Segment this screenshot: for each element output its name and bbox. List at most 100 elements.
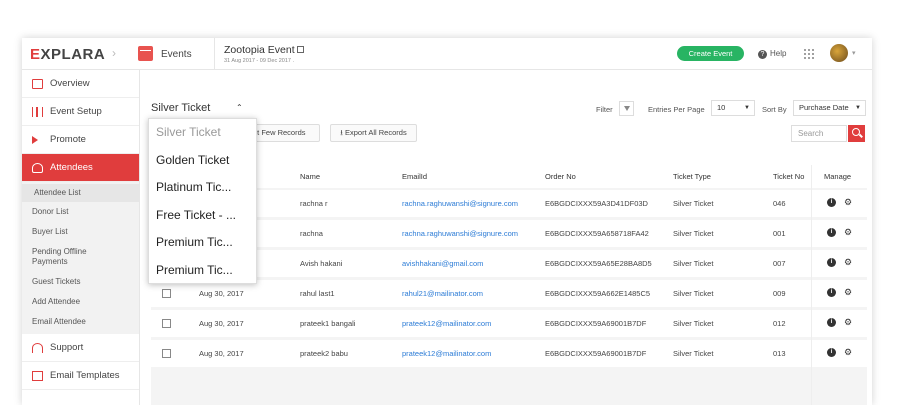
help-link[interactable]: ? Help <box>758 49 786 59</box>
sidebar-item-attendees[interactable]: Attendees <box>22 154 139 182</box>
chevron-right-icon: › <box>112 46 116 60</box>
row-name: prateek1 bangali <box>300 319 356 328</box>
row-email[interactable]: prateek12@mailinator.com <box>402 340 491 367</box>
sidebar-item-overview[interactable]: Overview <box>22 70 139 98</box>
sidebar-subitem-guest-tickets[interactable]: Guest Tickets <box>22 272 139 292</box>
dropdown-option-free-ticket[interactable]: Free Ticket - ... <box>149 202 256 230</box>
export-all-records-button[interactable]: ⭳ Export All Records <box>330 124 417 142</box>
row-ticket-type: Silver Ticket <box>673 349 714 358</box>
row-name: rachna r <box>300 199 328 208</box>
column-header-manage: Manage <box>824 172 852 181</box>
chevron-up-icon[interactable]: ⌃ <box>236 103 243 112</box>
sidebar-item-email-templates[interactable]: Email Templates <box>22 362 139 390</box>
gear-icon[interactable]: ⚙ <box>844 288 853 297</box>
row-manage: i ⚙ <box>821 288 867 299</box>
apps-grid-icon[interactable] <box>803 48 814 59</box>
row-email[interactable]: rachna.raghuwanshi@signure.com <box>402 190 518 217</box>
sidebar-subitem-donor-list[interactable]: Donor List <box>22 202 139 222</box>
info-icon[interactable]: i <box>827 198 836 207</box>
filter-label: Filter <box>596 105 613 114</box>
gear-icon[interactable]: ⚙ <box>844 318 853 327</box>
row-email[interactable]: rahul21@mailinator.com <box>402 280 483 307</box>
row-checkbox[interactable] <box>162 349 171 358</box>
row-order-no: E6BGDCIXXX59A69001B7DF <box>545 319 647 328</box>
sidebar-item-promote[interactable]: Promote <box>22 126 139 154</box>
sort-by-select[interactable]: Purchase Date ▼ <box>793 100 866 116</box>
info-icon[interactable]: i <box>827 318 836 327</box>
monitor-icon <box>32 79 43 89</box>
row-ticket-no: 001 <box>773 229 786 238</box>
ticket-type-select[interactable]: Silver Ticket <box>151 102 210 114</box>
row-email[interactable]: rachna.raghuwanshi@signure.com <box>402 220 518 247</box>
row-checkbox[interactable] <box>162 319 171 328</box>
dropdown-option-premium-ticket-2[interactable]: Premium Tic... <box>149 257 256 285</box>
column-header-name[interactable]: Name <box>300 165 320 188</box>
gear-icon[interactable]: ⚙ <box>844 228 853 237</box>
manage-column-divider <box>811 165 812 405</box>
row-name: rahul last1 <box>300 289 335 298</box>
table-row[interactable]: Avish hakani avishhakani@gmail.com E6BGD… <box>151 250 867 277</box>
row-manage: i ⚙ <box>821 258 867 269</box>
sidebar-subitem-buyer-list[interactable]: Buyer List <box>22 222 139 242</box>
sidebar-item-event-setup[interactable]: Event Setup <box>22 98 139 126</box>
dropdown-option-silver-ticket[interactable]: Silver Ticket <box>149 119 256 147</box>
column-header-email[interactable]: EmailId <box>402 165 427 188</box>
entries-per-page-select[interactable]: 10 ▼ <box>711 100 755 116</box>
sidebar-subitem-email-attendee[interactable]: Email Attendee <box>22 312 139 332</box>
column-header-ticket-no[interactable]: Ticket No <box>773 165 804 188</box>
search-input[interactable]: Search <box>791 125 847 142</box>
table-row[interactable]: Aug 30, 2017 prateek1 bangali prateek12@… <box>151 310 867 337</box>
row-ticket-type: Silver Ticket <box>673 319 714 328</box>
row-name: rachna <box>300 229 323 238</box>
info-icon[interactable]: i <box>827 228 836 237</box>
row-email[interactable]: avishhakani@gmail.com <box>402 250 483 277</box>
dropdown-option-golden-ticket[interactable]: Golden Ticket <box>149 147 256 175</box>
column-header-order-no[interactable]: Order No <box>545 165 576 188</box>
headset-icon <box>32 343 43 353</box>
row-date: Aug 30, 2017 <box>199 319 244 328</box>
row-checkbox[interactable] <box>162 289 171 298</box>
megaphone-icon <box>32 136 38 144</box>
row-manage: i ⚙ <box>821 198 867 209</box>
row-email[interactable]: prateek12@mailinator.com <box>402 310 491 337</box>
dropdown-option-platinum-ticket[interactable]: Platinum Tic... <box>149 174 256 202</box>
sliders-icon <box>32 107 43 117</box>
attendees-submenu: Attendee List Donor List Buyer List Pend… <box>22 182 139 334</box>
sidebar: Overview Event Setup Promote Attendees A… <box>22 70 140 405</box>
external-link-icon[interactable] <box>296 46 304 53</box>
gear-icon[interactable]: ⚙ <box>844 258 853 267</box>
filter-icon[interactable] <box>619 101 634 116</box>
create-event-button[interactable]: Create Event <box>677 46 744 61</box>
dropdown-option-premium-ticket[interactable]: Premium Tic... <box>149 229 256 257</box>
top-bar: EXPLARA › Events Zootopia Event 31 Aug 2… <box>22 38 872 70</box>
sidebar-subitem-attendee-list[interactable]: Attendee List <box>22 184 139 202</box>
event-dates: 31 Aug 2017 - 09 Dec 2017 . <box>224 58 295 64</box>
events-breadcrumb[interactable]: Events <box>161 49 192 60</box>
column-header-ticket-type[interactable]: Ticket Type <box>673 165 711 188</box>
users-icon <box>32 163 43 173</box>
gear-icon[interactable]: ⚙ <box>844 198 853 207</box>
row-manage: i ⚙ <box>821 348 867 359</box>
table-row[interactable]: rachna r rachna.raghuwanshi@signure.com … <box>151 190 867 217</box>
gear-icon[interactable]: ⚙ <box>844 348 853 357</box>
mail-icon <box>32 371 43 381</box>
caret-down-icon: ▼ <box>855 105 861 111</box>
explara-logo[interactable]: EXPLARA <box>30 46 105 63</box>
table-row[interactable]: Aug 30, 2017 prateek2 babu prateek12@mai… <box>151 340 867 367</box>
info-icon[interactable]: i <box>827 348 836 357</box>
chevron-down-icon[interactable]: ▾ <box>852 49 856 57</box>
event-title[interactable]: Zootopia Event <box>224 44 304 56</box>
ticket-type-dropdown: Silver Ticket Golden Ticket Platinum Tic… <box>148 118 257 284</box>
row-ticket-type: Silver Ticket <box>673 289 714 298</box>
row-order-no: E6BGDCIXXX59A3D41DF03D <box>545 199 648 208</box>
sidebar-item-support[interactable]: Support <box>22 334 139 362</box>
search-icon[interactable] <box>848 125 865 142</box>
row-date: Aug 30, 2017 <box>199 349 244 358</box>
avatar[interactable] <box>830 44 848 62</box>
info-icon[interactable]: i <box>827 258 836 267</box>
table-row[interactable]: rachna rachna.raghuwanshi@signure.com E6… <box>151 220 867 247</box>
sidebar-subitem-add-attendee[interactable]: Add Attendee <box>22 292 139 312</box>
table-row[interactable]: Aug 30, 2017 rahul last1 rahul21@mailina… <box>151 280 867 307</box>
sidebar-subitem-pending-offline-payments[interactable]: Pending Offline Payments <box>22 242 122 272</box>
info-icon[interactable]: i <box>827 288 836 297</box>
